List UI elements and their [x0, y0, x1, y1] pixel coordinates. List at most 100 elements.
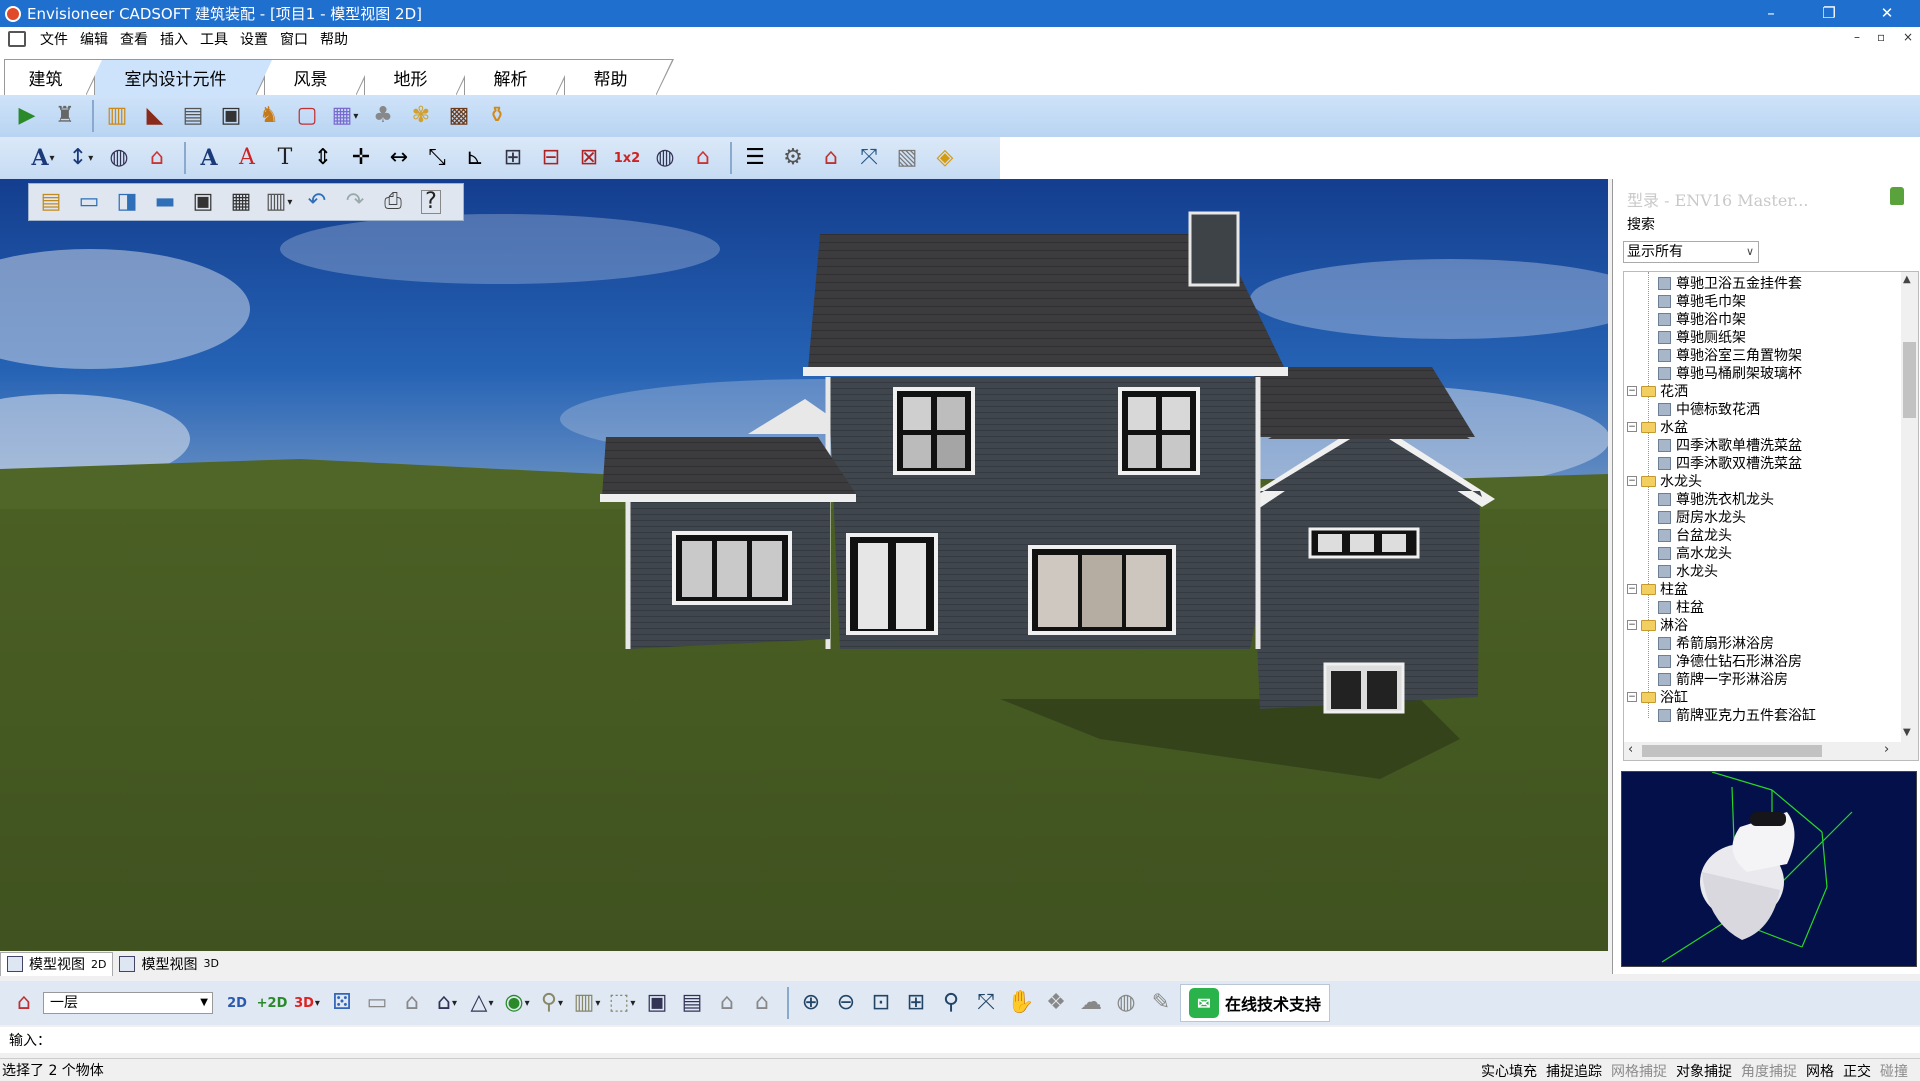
camera-icon[interactable]: ◉	[501, 986, 533, 1020]
zoom-box-icon[interactable]: ⊡	[865, 986, 897, 1020]
zoom-extents-icon[interactable]: ⤧	[852, 141, 886, 175]
search-label[interactable]: 搜索	[1627, 214, 1655, 234]
house-4-icon[interactable]: ⌂	[746, 986, 778, 1020]
orbit-icon[interactable]: ☁	[1075, 986, 1107, 1020]
tree-item[interactable]: 四季沐歌双槽洗菜盆	[1658, 454, 1802, 472]
stove-icon[interactable]: ▤	[176, 99, 210, 133]
print-icon[interactable]: ⎙	[377, 186, 409, 218]
dimension-icon[interactable]: ↕	[64, 141, 98, 175]
tree-folder[interactable]: − 浴缸	[1627, 688, 1688, 706]
help-symbol-icon[interactable]: ⌂	[140, 141, 174, 175]
menu-edit[interactable]: 编辑	[76, 29, 116, 49]
menu-file[interactable]: 文件	[36, 29, 76, 49]
cabinet-icon[interactable]: ▥	[100, 99, 134, 133]
tree-folder[interactable]: − 花洒	[1627, 382, 1688, 400]
model-viewport[interactable]	[0, 179, 1608, 951]
document-icon[interactable]	[8, 31, 26, 47]
close-button[interactable]: ✕	[1858, 0, 1916, 27]
settings-icon[interactable]: ⚙	[776, 141, 810, 175]
menu-help[interactable]: 帮助	[316, 29, 356, 49]
scroll-thumb[interactable]	[1903, 342, 1916, 418]
scroll-left-icon[interactable]: ‹	[1628, 742, 1633, 757]
tree-horizontal-scrollbar[interactable]: ‹ ›	[1624, 742, 1918, 760]
catalog-icon[interactable]: ▥	[263, 186, 295, 218]
dim-vertical-icon[interactable]: ⇕	[306, 141, 340, 175]
collapse-icon[interactable]: −	[1627, 476, 1637, 486]
new-icon[interactable]: ▤	[35, 186, 67, 218]
lock-icon[interactable]	[1890, 187, 1904, 205]
collapse-icon[interactable]: −	[1627, 422, 1637, 432]
tab-interior-design[interactable]: 室内设计元件	[94, 59, 274, 96]
select-arrow-icon[interactable]: ▶	[10, 99, 44, 133]
mdi-minimize-button[interactable]: –	[1854, 30, 1860, 44]
fireplace-icon[interactable]: ▩	[442, 99, 476, 133]
picture-icon[interactable]: ▦	[328, 99, 362, 133]
status-mode-toggle[interactable]: 角度捕捉	[1741, 1061, 1797, 1081]
roof-icon[interactable]: △	[466, 986, 498, 1020]
piano-icon[interactable]: ◣	[138, 99, 172, 133]
zoom-extents-2-icon[interactable]: ⤧	[970, 986, 1002, 1020]
tree-item[interactable]: 箭牌亚克力五件套浴缸	[1658, 706, 1816, 724]
tree-folder[interactable]: − 淋浴	[1627, 616, 1688, 634]
walk-icon[interactable]: ❖	[1040, 986, 1072, 1020]
menu-tools[interactable]: 工具	[196, 29, 236, 49]
ruler-2-icon[interactable]: ⊠	[572, 141, 606, 175]
wall-icon[interactable]: ▥	[571, 986, 603, 1020]
help-icon[interactable]: ?	[415, 186, 447, 218]
status-mode-toggle[interactable]: 对象捕捉	[1676, 1061, 1732, 1081]
tree-item[interactable]: 尊驰厕纸架	[1658, 328, 1746, 346]
text-icon[interactable]: A	[192, 141, 226, 175]
tree-item[interactable]: 四季沐歌单槽洗菜盆	[1658, 436, 1802, 454]
tree-item[interactable]: 尊驰浴室三角置物架	[1658, 346, 1802, 364]
tab-help[interactable]: 帮助	[564, 59, 674, 96]
tree-folder[interactable]: − 柱盆	[1627, 580, 1688, 598]
tree-item[interactable]: 台盆龙头	[1658, 526, 1732, 544]
tree-item[interactable]: 厨房水龙头	[1658, 508, 1746, 526]
house-icon[interactable]: ⌂	[396, 986, 428, 1020]
collapse-icon[interactable]: −	[1627, 386, 1637, 396]
symbol-2-icon[interactable]: ◍	[648, 141, 682, 175]
tree-item[interactable]: 柱盆	[1658, 598, 1704, 616]
menu-window[interactable]: 窗口	[276, 29, 316, 49]
catalog-tree[interactable]: 尊驰卫浴五金挂件套 尊驰毛巾架 尊驰浴巾架 尊驰厕纸架 尊驰浴室三角置物架 尊驰马桶刷架玻…	[1623, 271, 1919, 761]
tree-item[interactable]: 尊驰浴巾架	[1658, 310, 1746, 328]
view-2d-plus-icon[interactable]: +2D	[256, 986, 288, 1020]
house-outline-icon[interactable]: ⌂	[431, 986, 463, 1020]
light-icon[interactable]: ⚲	[536, 986, 568, 1020]
dim-horizontal-icon[interactable]: ↔	[382, 141, 416, 175]
layers-icon[interactable]: ◈	[928, 141, 962, 175]
status-mode-toggle[interactable]: 网格捕捉	[1611, 1061, 1667, 1081]
menu-view[interactable]: 查看	[116, 29, 156, 49]
house-settings-icon[interactable]: ⌂	[814, 141, 848, 175]
grid-icon[interactable]: ⊞	[496, 141, 530, 175]
tree-folder[interactable]: − 水盆	[1627, 418, 1688, 436]
tab-model-view-3d[interactable]: 模型视图 3D	[113, 952, 224, 976]
status-mode-toggle[interactable]: 正交	[1843, 1061, 1871, 1081]
lamp-icon[interactable]: ♣	[366, 99, 400, 133]
tab-building[interactable]: 建筑	[4, 59, 104, 96]
tree-item[interactable]: 尊驰马桶刷架玻璃杯	[1658, 364, 1802, 382]
dim-stair-icon[interactable]: ⊾	[458, 141, 492, 175]
status-mode-toggle[interactable]: 碰撞	[1880, 1061, 1908, 1081]
render-icon[interactable]: ⚄	[326, 986, 358, 1020]
present-icon[interactable]: ▭	[361, 986, 393, 1020]
tree-item[interactable]: 尊驰卫浴五金挂件套	[1658, 274, 1802, 292]
dim-cross-icon[interactable]: ✛	[344, 141, 378, 175]
report-icon[interactable]: ▧	[890, 141, 924, 175]
display-2-icon[interactable]: ▤	[676, 986, 708, 1020]
pan-icon[interactable]: ✋	[1005, 986, 1037, 1020]
zoom-window-icon[interactable]: ⊞	[900, 986, 932, 1020]
zoom-out-icon[interactable]: ⊖	[830, 986, 862, 1020]
scale-icon[interactable]: 1x2	[610, 141, 644, 175]
folder-icon[interactable]: ▬	[149, 186, 181, 218]
collapse-icon[interactable]: −	[1627, 692, 1637, 702]
status-mode-toggle[interactable]: 网格	[1806, 1061, 1834, 1081]
undo-icon[interactable]: ↶	[301, 186, 333, 218]
camera-2-icon[interactable]: ◍	[1110, 986, 1142, 1020]
hscroll-thumb[interactable]	[1642, 745, 1822, 757]
display-icon[interactable]: ▣	[641, 986, 673, 1020]
command-input-row[interactable]: 输入：	[0, 1027, 1920, 1053]
text-edit-icon[interactable]: A	[230, 141, 264, 175]
snapshot-icon[interactable]: ✎	[1145, 986, 1177, 1020]
zoom-in-icon[interactable]: ⊕	[795, 986, 827, 1020]
